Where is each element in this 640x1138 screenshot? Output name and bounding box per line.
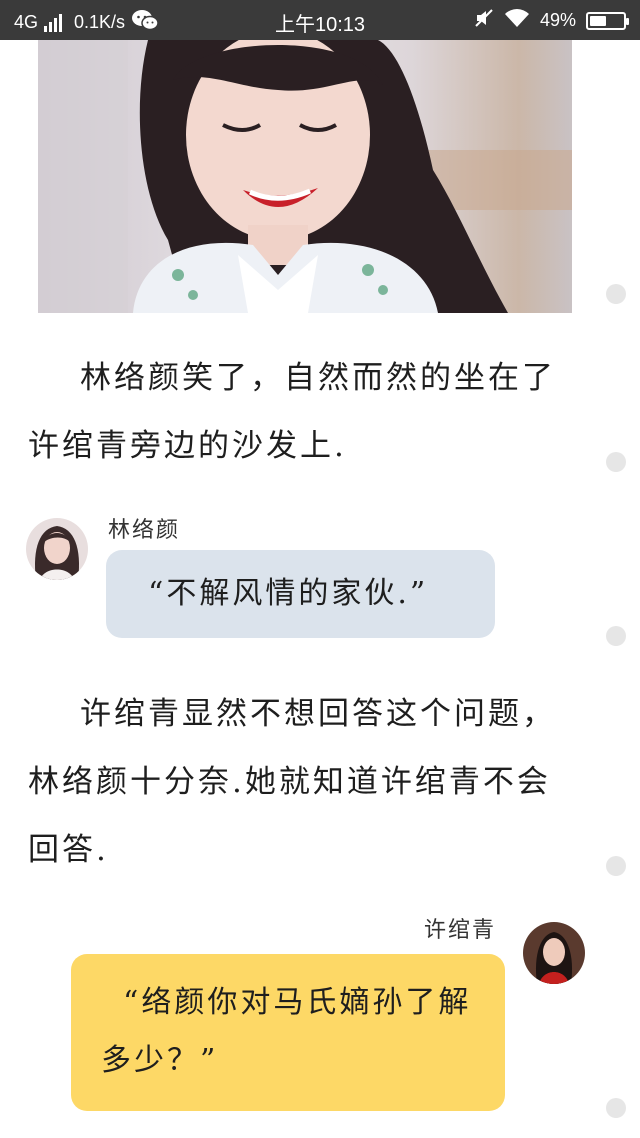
speaker-name: 林络颜 [108, 518, 181, 543]
mute-icon [474, 8, 494, 33]
battery-percent: 49% [539, 10, 576, 30]
battery-icon [586, 11, 629, 30]
status-bar: 4G 0.1K/s 上午10:13 49% [0, 0, 640, 40]
wifi-icon [504, 8, 530, 33]
avatar-xu-wanqing[interactable] [523, 922, 585, 984]
scroll-indicator-dot [606, 452, 626, 472]
chat-bubble: “络颜你对马氏嫡孙了解多少？” [71, 954, 505, 1111]
chat-bubble: “不解风情的家伙.” [106, 550, 495, 638]
scroll-indicator-dot [606, 284, 626, 304]
avatar-lin-luoyan[interactable] [26, 518, 88, 580]
story-photo [38, 40, 572, 313]
story-paragraph: 许绾青显然不想回答这个问题，林络颜十分奈.她就知道许绾青不会回答. [28, 696, 556, 868]
scroll-indicator-dot [606, 626, 626, 646]
scroll-indicator-dot [606, 1098, 626, 1118]
scroll-indicator-dot [606, 856, 626, 876]
speaker-name: 许绾青 [424, 918, 497, 943]
story-page: 4G 0.1K/s 上午10:13 49% 林络颜笑了，自然而然的坐在了许绾青旁… [0, 0, 640, 1138]
story-paragraph: 林络颜笑了，自然而然的坐在了许绾青旁边的沙发上. [28, 360, 556, 464]
